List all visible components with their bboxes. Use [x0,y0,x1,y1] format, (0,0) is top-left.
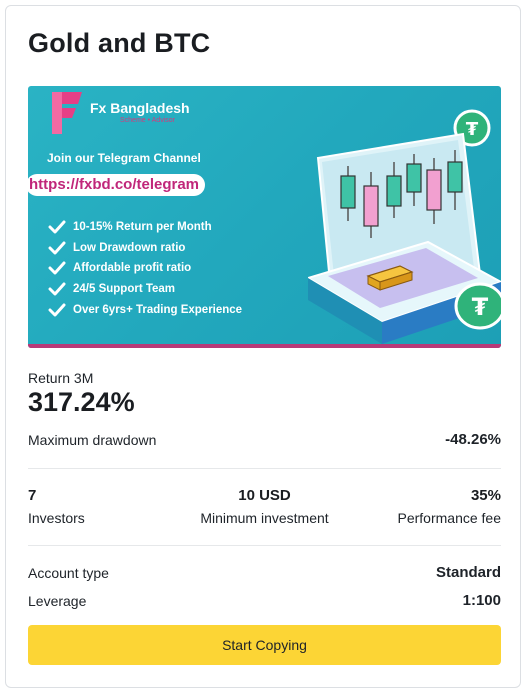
feature-text: Low Drawdown ratio [73,241,186,254]
leverage-label: Leverage [28,592,87,609]
account-type-value: Standard [435,564,501,581]
feature-item: 24/5 Support Team [48,279,242,300]
feature-text: Over 6yrs+ Trading Experience [73,303,243,316]
check-icon [48,303,66,317]
brand-subtitle: Scheme • Advisor [120,117,175,124]
join-telegram-text: Join our Telegram Channel [47,151,201,165]
banner-accent-bar [28,344,501,348]
performance-fee-label: Performance fee [397,510,502,526]
max-drawdown-value: -48.26% [445,431,501,448]
fx-bangladesh-logo-icon [52,92,82,134]
strategy-card: Gold and BTC Fx Bangladesh Scheme • Advi… [5,5,521,688]
feature-text: Affordable profit ratio [73,262,192,275]
feature-item: 10-15% Return per Month [48,217,242,238]
svg-text:₮: ₮ [466,119,479,140]
max-drawdown-row: Maximum drawdown -48.26% [28,431,501,448]
return-value: 317.24% [28,387,135,417]
max-drawdown-label: Maximum drawdown [28,431,157,448]
performance-fee-metric: 35% Performance fee [398,487,502,526]
performance-fee-value: 35% [470,487,501,504]
divider [28,468,501,469]
feature-item: Low Drawdown ratio [48,238,242,259]
feature-list: 10-15% Return per Month Low Drawdown rat… [48,217,242,320]
start-copying-button[interactable]: Start Copying [28,625,501,665]
promo-banner-image: Fx Bangladesh Scheme • Advisor Join our … [28,86,501,348]
leverage-value: 1:100 [462,592,501,609]
check-icon [48,282,66,296]
account-type-row: Account type Standard [28,564,501,581]
telegram-url: https://fxbd.co/telegram [28,174,206,196]
feature-item: Over 6yrs+ Trading Experience [48,299,242,320]
card-title: Gold and BTC [28,28,211,58]
feature-item: Affordable profit ratio [48,258,242,279]
check-icon [48,220,66,234]
svg-text:₮: ₮ [472,293,489,321]
check-icon [48,261,66,275]
leverage-row: Leverage 1:100 [28,592,501,609]
feature-text: 24/5 Support Team [73,283,176,296]
divider [28,545,501,546]
return-label: Return 3M [28,370,94,386]
trading-illustration-icon: ₮ ₮ [308,109,501,344]
feature-text: 10-15% Return per Month [73,221,212,234]
account-type-label: Account type [28,564,109,581]
check-icon [48,241,66,255]
summary-metrics: 7 Investors 10 USD Minimum investment 35… [28,487,501,531]
brand-name: Fx Bangladesh [90,100,190,116]
